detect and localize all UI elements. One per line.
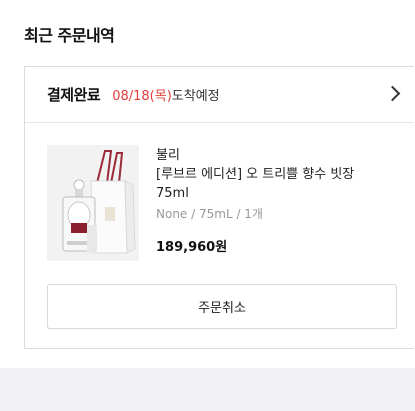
order-card: 결제완료 08/18(목) 도착예정 불리 [루브르 에디션] 오 트리쁠 향수… — [24, 66, 414, 349]
product-size: 75ml — [156, 186, 189, 201]
cancel-order-button[interactable]: 주문취소 — [47, 284, 397, 329]
product-option: None / 75mL / 1개 — [156, 207, 263, 221]
order-header[interactable]: 결제완료 08/18(목) 도착예정 — [25, 67, 414, 123]
section-title: 최근 주문내역 — [24, 26, 115, 45]
section-divider — [0, 368, 415, 411]
product-price: 189,960원 — [156, 240, 228, 255]
chevron-right-icon[interactable] — [384, 85, 401, 102]
product-brand: 불리 — [156, 148, 180, 163]
product-image[interactable] — [47, 145, 139, 261]
product-info: 불리 [루브르 에디션] 오 트리쁠 향수 빗장 75ml None / 75m… — [156, 146, 406, 255]
product-name[interactable]: [루브르 에디션] 오 트리쁠 향수 빗장 — [156, 165, 406, 184]
delivery-label: 도착예정 — [171, 89, 220, 104]
order-status: 결제완료 — [47, 86, 101, 104]
delivery-date: 08/18(목) — [112, 89, 172, 104]
